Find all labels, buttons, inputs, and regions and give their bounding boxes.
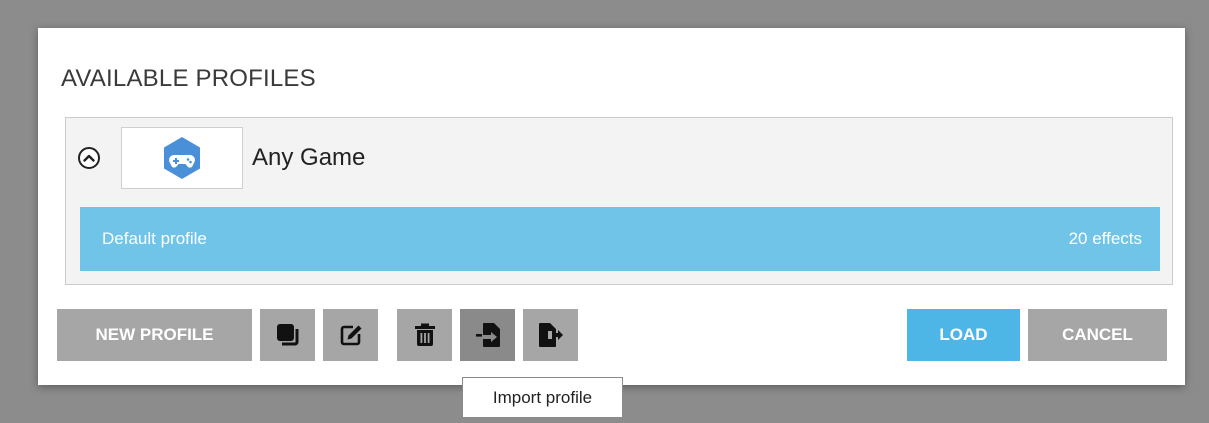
load-button[interactable]: LOAD [907, 309, 1020, 361]
collapse-button[interactable] [78, 147, 100, 169]
profiles-dialog: AVAILABLE PROFILES Any Game Default prof… [38, 28, 1185, 385]
delete-profile-button[interactable] [397, 309, 452, 361]
game-thumbnail [121, 127, 243, 189]
dialog-title: AVAILABLE PROFILES [61, 65, 316, 92]
new-profile-button[interactable]: NEW PROFILE [57, 309, 252, 361]
profile-effects-count: 20 effects [1068, 229, 1142, 248]
profile-name: Default profile [102, 229, 207, 248]
edit-profile-button[interactable] [323, 309, 378, 361]
chevron-up-icon [83, 154, 95, 162]
game-profile-group: Any Game Default profile 20 effects [65, 117, 1173, 285]
export-icon [538, 323, 563, 347]
edit-icon [340, 325, 361, 346]
import-profile-button[interactable] [460, 309, 515, 361]
gamepad-icon [164, 137, 200, 179]
profile-row-default[interactable]: Default profile 20 effects [80, 207, 1160, 271]
trash-icon [414, 323, 435, 346]
cancel-button[interactable]: CANCEL [1028, 309, 1167, 361]
import-icon [475, 323, 500, 347]
export-profile-button[interactable] [523, 309, 578, 361]
duplicate-icon [276, 324, 298, 346]
duplicate-profile-button[interactable] [260, 309, 315, 361]
game-name: Any Game [252, 144, 366, 171]
import-profile-tooltip: Import profile [462, 377, 623, 418]
